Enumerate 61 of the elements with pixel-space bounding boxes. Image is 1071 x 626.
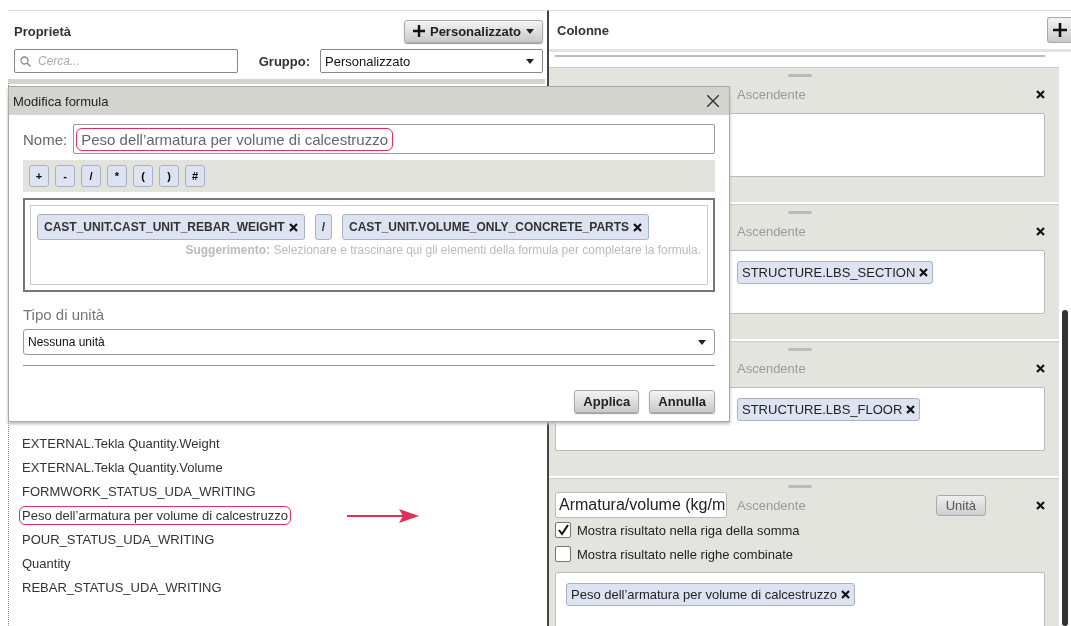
remove-icon[interactable] — [633, 222, 643, 232]
operator-button[interactable]: * — [107, 165, 127, 187]
property-item[interactable]: FORMWORK_STATUS_UDA_WRITING — [19, 482, 259, 501]
property-item[interactable]: EXTERNAL.Tekla Quantity.Volume — [19, 458, 226, 477]
remove-icon[interactable] — [288, 222, 298, 232]
property-item[interactable]: EXTERNAL.Tekla Quantity.Weight — [19, 434, 223, 453]
caret-icon — [526, 28, 534, 34]
formula-token[interactable]: STRUCTURE.LBS_SECTION — [737, 261, 934, 284]
panel-title: Proprietà — [14, 23, 72, 39]
checkbox[interactable] — [555, 522, 571, 538]
remove-icon[interactable] — [906, 405, 916, 414]
formula-token[interactable]: CAST_UNIT.CAST_UNIT_REBAR_WEIGHT — [37, 214, 305, 240]
checkbox-label: Mostra risultato nelle righe combinate — [577, 546, 794, 562]
search-icon — [20, 56, 31, 67]
formula-token[interactable]: CAST_UNIT.VOLUME_ONLY_CONCRETE_PARTS — [342, 214, 650, 240]
name-label: Nome: — [23, 130, 68, 148]
plus-icon — [1052, 23, 1067, 37]
hint-text: Suggerimento: Selezionare e trascinare qui gli elementi della formula per completare la formula. — [184, 243, 701, 257]
operator-button[interactable]: ( — [133, 165, 153, 187]
drag-handle[interactable] — [788, 348, 812, 351]
close-icon[interactable] — [707, 95, 719, 107]
operator-token[interactable]: / — [314, 214, 333, 240]
dialog-button[interactable]: Applica — [574, 390, 640, 413]
operator-button[interactable]: + — [29, 165, 49, 187]
name-field[interactable]: Peso dell’armatura per volume di calcestruzzo — [73, 124, 715, 154]
scrollbar-thumb[interactable] — [1062, 310, 1068, 626]
drag-handle[interactable] — [788, 211, 812, 214]
add-column-button[interactable] — [1047, 17, 1071, 43]
property-item[interactable]: POUR_STATUS_UDA_WRITING — [19, 530, 218, 549]
drag-handle[interactable] — [788, 485, 812, 488]
close-icon[interactable] — [1036, 363, 1045, 373]
checkbox[interactable] — [555, 546, 571, 562]
search-field[interactable]: Cerca... — [14, 49, 238, 73]
close-icon[interactable] — [1036, 500, 1045, 510]
operator-button[interactable]: # — [185, 165, 205, 187]
formula-token[interactable]: STRUCTURE.LBS_FLOOR — [737, 398, 921, 421]
unit-type-label: Tipo di unità — [23, 306, 106, 323]
formula-token[interactable]: Peso dell’armatura per volume di calcestruzzo — [566, 583, 855, 606]
plus-icon — [412, 25, 425, 37]
property-item[interactable]: REBAR_STATUS_UDA_WRITING — [19, 578, 225, 597]
dialog-title: Modifica formula — [13, 93, 109, 109]
unit-button[interactable]: Unità — [935, 494, 986, 516]
panel-title: Colonne — [557, 22, 609, 38]
operator-button[interactable]: / — [81, 165, 101, 187]
property-item[interactable]: Quantity — [19, 554, 74, 573]
checkbox-label: Mostra risultato nella riga della somma — [577, 522, 800, 538]
caret-icon — [526, 58, 534, 64]
close-icon[interactable] — [1036, 226, 1045, 236]
operator-button[interactable]: ) — [159, 165, 179, 187]
drag-handle[interactable] — [788, 74, 812, 77]
remove-icon[interactable] — [840, 590, 850, 599]
add-custom-button[interactable]: Personalizzato — [403, 19, 543, 43]
close-icon[interactable] — [1036, 89, 1045, 99]
remove-icon[interactable] — [919, 268, 929, 277]
group-dropdown[interactable]: Personalizzato — [320, 49, 543, 73]
group-label: Gruppo: — [258, 53, 310, 69]
column-name-field[interactable]: Armatura/volume (kg/m — [555, 492, 727, 518]
unit-dropdown[interactable]: Nessuna unità — [23, 329, 715, 355]
operator-button[interactable]: - — [55, 165, 75, 187]
property-item[interactable]: Peso dell’armatura per volume di calcestruzzo — [19, 506, 291, 525]
dialog-button[interactable]: Annulla — [649, 390, 715, 413]
